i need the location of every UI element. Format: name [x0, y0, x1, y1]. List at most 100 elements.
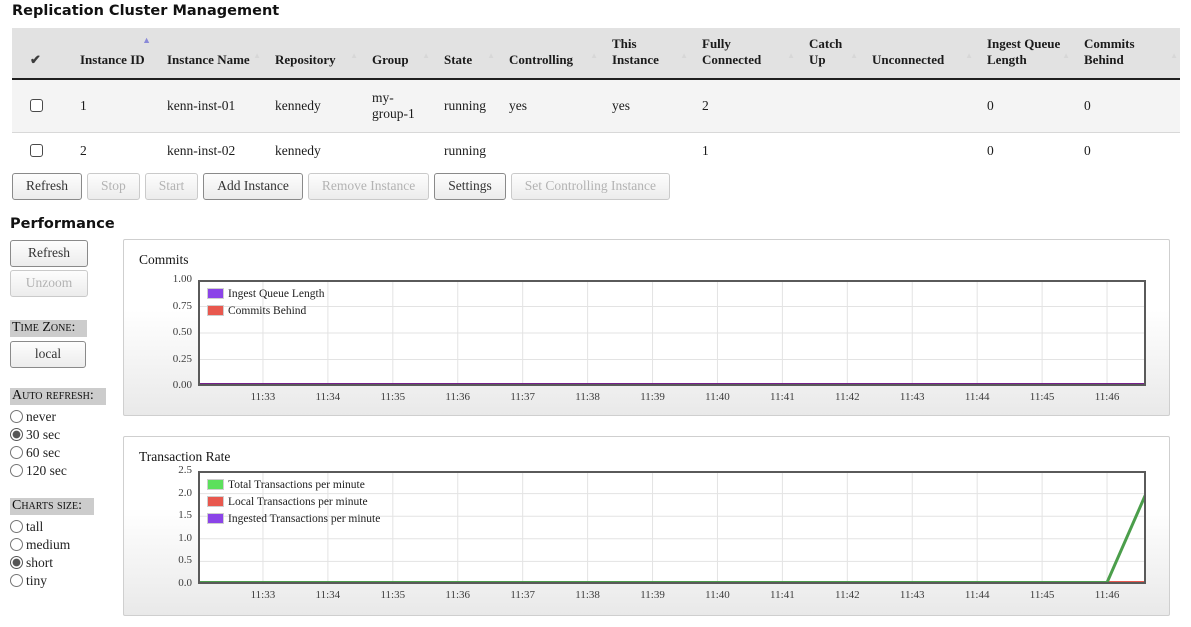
chart-plot-area[interactable]: Total Transactions per minute Local Trans…: [198, 471, 1146, 584]
y-axis-tick-label: 0.50: [152, 326, 192, 338]
page-title: Replication Cluster Management: [12, 3, 1191, 19]
x-axis-tick-label: 11:46: [1082, 391, 1132, 403]
x-axis-tick-label: 11:42: [822, 391, 872, 403]
column-label: Group: [372, 52, 409, 67]
y-axis-tick-label: 1.00: [152, 273, 192, 285]
sort-idle-icon: ▲: [965, 52, 973, 60]
radio-label: medium: [26, 537, 70, 552]
performance-sidebar: Refresh Unzoom Time Zone: local Auto refr…: [0, 238, 123, 591]
refresh-button[interactable]: Refresh: [12, 173, 82, 200]
col-ingest-queue-length[interactable]: Ingest Queue Length▲: [975, 28, 1072, 79]
y-axis-tick-label: 0.5: [152, 554, 192, 566]
legend-label: Local Transactions per minute: [228, 496, 368, 508]
sort-idle-icon: ▲: [680, 52, 688, 60]
column-label: Ingest Queue Length: [987, 36, 1060, 67]
x-axis-tick-label: 11:41: [757, 391, 807, 403]
cell-this-instance: yes: [600, 79, 690, 133]
settings-button[interactable]: Settings: [434, 173, 506, 200]
auto-refresh-radio-30-sec[interactable]: [10, 428, 23, 441]
x-axis-tick-label: 11:44: [952, 391, 1002, 403]
legend-label: Total Transactions per minute: [228, 479, 365, 491]
cell-this-instance: [600, 132, 690, 169]
chart-plot-area[interactable]: Ingest Queue LengthCommits Behind: [198, 280, 1146, 386]
cell-fully-connected: 1: [690, 132, 797, 169]
legend-entry: Local Transactions per minute: [207, 493, 380, 510]
timezone-button[interactable]: local: [10, 341, 86, 368]
legend-swatch-icon: [207, 496, 224, 507]
sort-idle-icon: ▲: [1170, 52, 1178, 60]
set-controlling-instance-button: Set Controlling Instance: [511, 173, 670, 200]
sort-idle-icon: ▲: [487, 52, 495, 60]
x-axis-tick-label: 11:46: [1082, 589, 1132, 601]
x-axis-tick-label: 11:34: [303, 391, 353, 403]
x-axis-tick-label: 11:41: [757, 589, 807, 601]
x-axis-tick-label: 11:36: [433, 589, 483, 601]
cell-catch-up: [797, 79, 860, 133]
sort-idle-icon: ▲: [590, 52, 598, 60]
cell-repository: kennedy: [263, 79, 360, 133]
x-axis-tick-label: 11:33: [238, 589, 288, 601]
column-label: State: [444, 52, 472, 67]
x-axis-tick-label: 11:38: [563, 391, 613, 403]
charts-size-group: tall medium short tiny: [10, 519, 123, 589]
radio-option-never[interactable]: never: [10, 409, 123, 425]
refresh-button[interactable]: Refresh: [10, 240, 88, 267]
cell-instance-name: kenn-inst-02: [155, 132, 263, 169]
remove-instance-button: Remove Instance: [308, 173, 429, 200]
transaction-rate-chart-panel: Transaction Rate0.00.51.01.52.02.511:331…: [123, 436, 1170, 616]
col-controlling[interactable]: Controlling▲: [497, 28, 600, 79]
radio-option-tall[interactable]: tall: [10, 519, 123, 535]
x-axis-tick-label: 11:45: [1017, 391, 1067, 403]
x-axis-tick-label: 11:39: [628, 391, 678, 403]
cell-state: running: [432, 132, 497, 169]
auto-refresh-radio-120-sec[interactable]: [10, 464, 23, 477]
col-this-instance[interactable]: This Instance▲: [600, 28, 690, 79]
y-axis-tick-label: 0.75: [152, 300, 192, 312]
col-fully-connected[interactable]: Fully Connected▲: [690, 28, 797, 79]
auto-refresh-radio-60-sec[interactable]: [10, 446, 23, 459]
timezone-label: Time Zone:: [10, 320, 87, 337]
col-repository[interactable]: Repository▲: [263, 28, 360, 79]
stop-button: Stop: [87, 173, 140, 200]
cell-unconnected: [860, 79, 975, 133]
charts-size-radio-short[interactable]: [10, 556, 23, 569]
unzoom-button: Unzoom: [10, 270, 88, 297]
sort-ascending-icon: ▲: [142, 36, 151, 45]
table-header-row: ✔Instance ID▲Instance Name▲Repository▲Gr…: [12, 28, 1180, 79]
sort-idle-icon: ▲: [422, 52, 430, 60]
radio-option-short[interactable]: short: [10, 555, 123, 571]
sort-idle-icon: ▲: [850, 52, 858, 60]
cell-group: my-group-1: [360, 79, 432, 133]
col-commits-behind[interactable]: Commits Behind▲: [1072, 28, 1180, 79]
x-axis-tick-label: 11:45: [1017, 589, 1067, 601]
radio-option-tiny[interactable]: tiny: [10, 573, 123, 589]
charts-size-radio-tall[interactable]: [10, 520, 23, 533]
radio-option-30-sec[interactable]: 30 sec: [10, 427, 123, 443]
col-state[interactable]: State ▲: [432, 28, 497, 79]
radio-option-60-sec[interactable]: 60 sec: [10, 445, 123, 461]
charts-size-radio-tiny[interactable]: [10, 574, 23, 587]
start-button: Start: [145, 173, 199, 200]
col-unconnected[interactable]: Unconnected▲: [860, 28, 975, 79]
radio-option-120-sec[interactable]: 120 sec: [10, 463, 123, 479]
commits-chart-panel: Commits0.000.250.500.751.0011:3311:3411:…: [123, 239, 1170, 416]
col-group[interactable]: Group ▲: [360, 28, 432, 79]
radio-option-medium[interactable]: medium: [10, 537, 123, 553]
auto-refresh-radio-never[interactable]: [10, 410, 23, 423]
col-catch-up[interactable]: Catch Up▲: [797, 28, 860, 79]
charts-size-radio-medium[interactable]: [10, 538, 23, 551]
legend-entry: Commits Behind: [207, 302, 324, 319]
add-instance-button[interactable]: Add Instance: [203, 173, 303, 200]
radio-label: 60 sec: [26, 445, 60, 460]
radio-label: short: [26, 555, 53, 570]
col-select-all[interactable]: ✔: [12, 28, 68, 79]
row-checkbox[interactable]: [30, 99, 43, 112]
auto-refresh-label: Auto refresh:: [10, 388, 106, 405]
col-instance-id[interactable]: Instance ID▲: [68, 28, 155, 79]
radio-label: never: [26, 409, 56, 424]
col-instance-name[interactable]: Instance Name▲: [155, 28, 263, 79]
row-checkbox[interactable]: [30, 144, 43, 157]
y-axis-tick-label: 2.0: [152, 487, 192, 499]
sort-idle-icon: ▲: [350, 52, 358, 60]
x-axis-tick-label: 11:37: [498, 391, 548, 403]
